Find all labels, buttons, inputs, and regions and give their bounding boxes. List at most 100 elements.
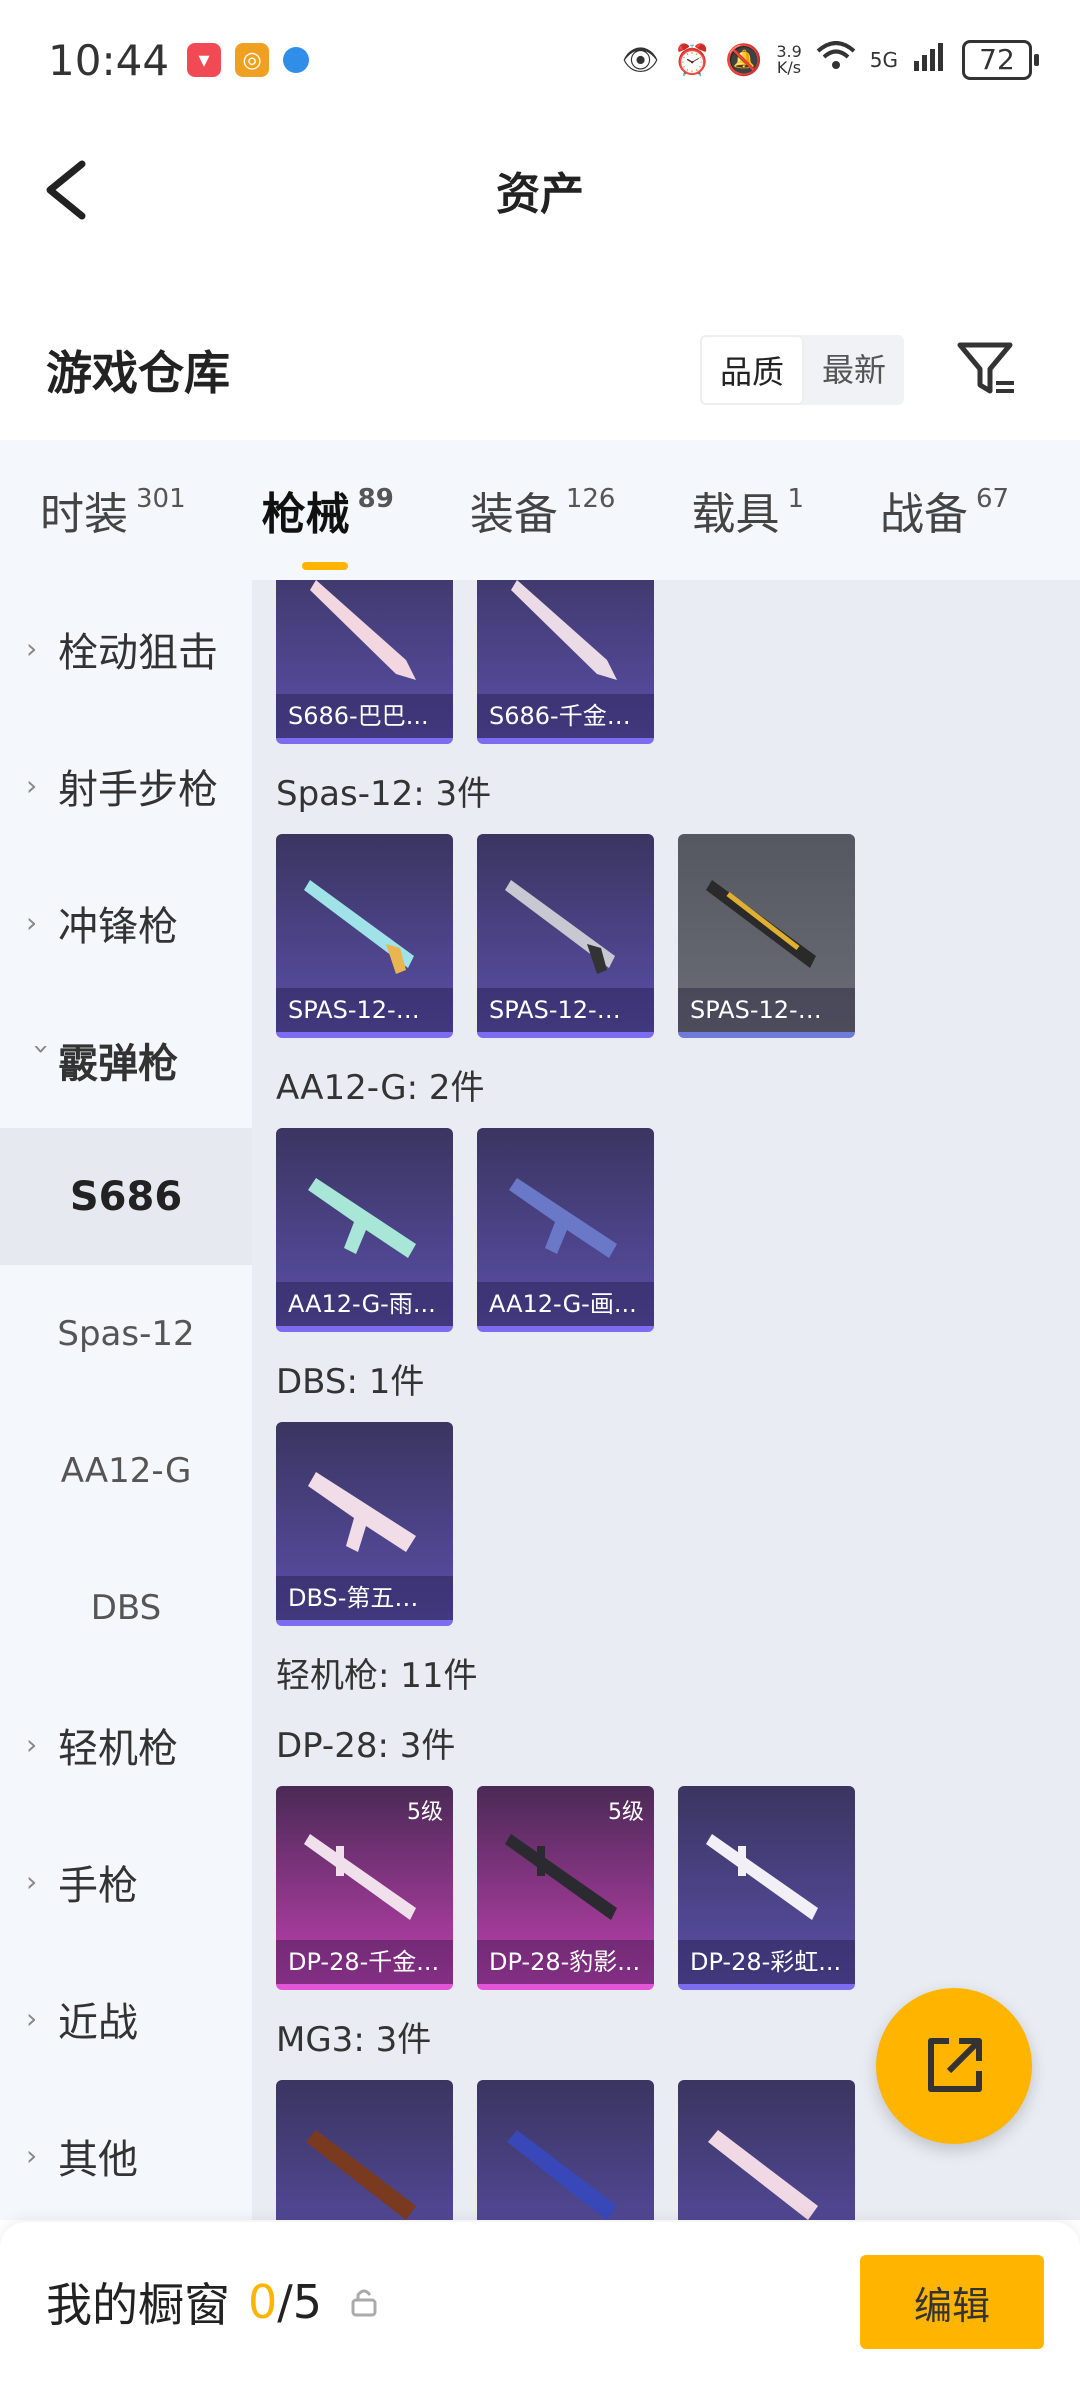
chevron-right-icon: › bbox=[26, 906, 38, 939]
weapon-type-sidebar: › 栓动狙击 › 射手步枪 › 冲锋枪 › 霰弹枪 S686 Spas-12 AA12-… bbox=[0, 580, 252, 2220]
sidebar-subitem-s686[interactable]: S686 bbox=[0, 1128, 252, 1265]
sort-toggle: 品质 最新 bbox=[699, 335, 904, 405]
weapon-card-name: S686-千金淑猫 bbox=[477, 694, 654, 738]
sidebar-item-pistol[interactable]: › 手枪 bbox=[0, 1813, 252, 1950]
wifi-icon bbox=[816, 41, 856, 79]
chevron-right-icon: › bbox=[26, 769, 38, 802]
s686-cards: S686-巴巴... S686-千金淑猫 bbox=[276, 580, 1066, 744]
weapon-card[interactable] bbox=[276, 2080, 453, 2220]
group-title: DBS: 1件 bbox=[276, 1362, 425, 1402]
category-tabs: 时装 301 枪械 89 装备 126 载具 1 战备 67 bbox=[0, 440, 1080, 580]
showcase-label: 我的橱窗 bbox=[46, 2278, 230, 2332]
weapon-card[interactable]: SPAS-12-云... bbox=[276, 834, 453, 1038]
filter-button[interactable] bbox=[954, 337, 1020, 403]
weapon-card[interactable]: SPAS-12-乌... bbox=[678, 834, 855, 1038]
weapon-card-name: DP-28-彩虹... bbox=[678, 1940, 855, 1984]
group-title: AA12-G: 2件 bbox=[276, 1068, 485, 1108]
chevron-right-icon: › bbox=[26, 2002, 38, 2035]
weapon-card-name: SPAS-12-乌... bbox=[678, 988, 855, 1032]
weapon-card-name: DP-28-千金... bbox=[276, 1940, 453, 1984]
tab-firearms[interactable]: 枪械 89 bbox=[262, 478, 394, 570]
sidebar-subitem-dbs[interactable]: DBS bbox=[0, 1539, 252, 1676]
chevron-right-icon: › bbox=[26, 632, 38, 665]
back-button[interactable] bbox=[40, 158, 100, 222]
weapon-list: S686-巴巴... S686-千金淑猫 Spas-12: 3件 SPAS-12… bbox=[252, 580, 1080, 2220]
shotgun-image bbox=[511, 580, 617, 680]
signal-icon bbox=[912, 41, 948, 79]
weapon-card[interactable] bbox=[678, 2080, 855, 2220]
sort-latest-option[interactable]: 最新 bbox=[804, 335, 904, 405]
group-title: Spas-12: 3件 bbox=[276, 774, 492, 814]
app-header: 资产 bbox=[0, 120, 1080, 260]
chevron-right-icon: › bbox=[26, 1865, 38, 1898]
sidebar-subitem-spas12[interactable]: Spas-12 bbox=[0, 1265, 252, 1402]
chevron-right-icon: › bbox=[26, 1728, 38, 1761]
weapon-card-name: SPAS-12-燕... bbox=[477, 988, 654, 1032]
weapon-card[interactable] bbox=[477, 2080, 654, 2220]
sidebar-item-bolt-sniper[interactable]: › 栓动狙击 bbox=[0, 580, 252, 717]
category-title: 轻机枪: 11件 bbox=[276, 1656, 478, 1696]
alarm-icon: ⏰ bbox=[673, 42, 711, 78]
weapon-card[interactable]: 5级 DP-28-豹影... bbox=[477, 1786, 654, 1990]
share-fab-button[interactable] bbox=[876, 1988, 1032, 2144]
weapon-card-name: S686-巴巴... bbox=[276, 694, 453, 738]
shotgun-image bbox=[706, 880, 816, 968]
showcase-bar: 我的橱窗 0/5 编辑 bbox=[0, 2222, 1080, 2382]
weapon-card[interactable]: DP-28-彩虹... bbox=[678, 1786, 855, 1990]
sidebar-item-smg[interactable]: › 冲锋枪 bbox=[0, 854, 252, 991]
notification-app-icon bbox=[283, 47, 310, 73]
sidebar-item-shotgun[interactable]: › 霰弹枪 bbox=[0, 991, 252, 1128]
battery-indicator: 72 bbox=[962, 40, 1039, 80]
shotgun-image bbox=[308, 1472, 416, 1552]
eye-icon: 👁 bbox=[621, 42, 660, 78]
machine-gun-image bbox=[507, 2130, 617, 2220]
back-arrow-icon bbox=[46, 160, 86, 220]
weapon-card-name: AA12-G-雨... bbox=[276, 1282, 453, 1326]
shotgun-image bbox=[308, 1178, 416, 1258]
weapon-card[interactable]: 5级 DP-28-千金... bbox=[276, 1786, 453, 1990]
chevron-right-icon: › bbox=[26, 2139, 38, 2172]
sort-quality-option[interactable]: 品质 bbox=[699, 335, 804, 405]
spas-cards: SPAS-12-云... SPAS-12-燕... SPAS-12-乌... bbox=[276, 834, 1066, 1038]
weapon-card[interactable]: DBS-第五大道 bbox=[276, 1422, 453, 1626]
chevron-down-icon: › bbox=[25, 1043, 59, 1055]
mute-icon: 🔕 bbox=[724, 42, 763, 78]
dbs-cards: DBS-第五大道 bbox=[276, 1422, 1066, 1626]
sidebar-subitem-aa12g[interactable]: AA12-G bbox=[0, 1402, 252, 1539]
weapon-card-name: DP-28-豹影... bbox=[477, 1940, 654, 1984]
sidebar-item-other[interactable]: › 其他 bbox=[0, 2087, 252, 2224]
shotgun-image bbox=[310, 580, 416, 680]
sidebar-item-lmg[interactable]: › 轻机枪 bbox=[0, 1676, 252, 1813]
group-title: DP-28: 3件 bbox=[276, 1726, 456, 1766]
notification-app-icon: ◎ bbox=[235, 43, 270, 77]
weapon-card[interactable]: S686-千金淑猫 bbox=[477, 580, 654, 744]
weapon-card[interactable]: AA12-G-雨... bbox=[276, 1128, 453, 1332]
weapon-card[interactable]: SPAS-12-燕... bbox=[477, 834, 654, 1038]
page-title: 资产 bbox=[496, 169, 584, 220]
showcase-count: 0/5 bbox=[248, 2275, 323, 2329]
machine-gun-image bbox=[706, 1834, 818, 1920]
net-speed: 3.9 K/s bbox=[776, 42, 802, 77]
filter-icon bbox=[957, 342, 1014, 394]
weapon-card-name: DBS-第五大道 bbox=[276, 1576, 453, 1620]
notification-app-icon: ▾ bbox=[187, 43, 222, 77]
weapon-card-name: AA12-G-画... bbox=[477, 1282, 654, 1326]
tab-tactical[interactable]: 战备 67 bbox=[880, 478, 1009, 542]
weapon-card[interactable]: AA12-G-画... bbox=[477, 1128, 654, 1332]
aa12-cards: AA12-G-雨... AA12-G-画... bbox=[276, 1128, 1066, 1332]
warehouse-header: 游戏仓库 品质 最新 bbox=[0, 300, 1080, 440]
warehouse-title: 游戏仓库 bbox=[46, 346, 230, 400]
external-link-icon bbox=[928, 2038, 982, 2092]
tab-fashion[interactable]: 时装 301 bbox=[40, 478, 186, 542]
machine-gun-image bbox=[306, 2130, 416, 2220]
sidebar-item-melee[interactable]: › 近战 bbox=[0, 1950, 252, 2087]
tab-vehicles[interactable]: 载具 1 bbox=[691, 478, 804, 542]
shotgun-image bbox=[304, 880, 414, 974]
status-time: 10:44 bbox=[48, 35, 170, 85]
weapon-card[interactable]: S686-巴巴... bbox=[276, 580, 453, 744]
status-bar: 10:44 ▾ ◎ 👁 ⏰ 🔕 3.9 K/s 5G 72 bbox=[0, 0, 1080, 120]
dp28-cards: 5级 DP-28-千金... 5级 DP-28-豹影... DP-28-彩虹..… bbox=[276, 1786, 1066, 1990]
sidebar-item-dmr[interactable]: › 射手步枪 bbox=[0, 717, 252, 854]
edit-button[interactable]: 编辑 bbox=[860, 2255, 1044, 2349]
tab-equipment[interactable]: 装备 126 bbox=[470, 478, 616, 542]
